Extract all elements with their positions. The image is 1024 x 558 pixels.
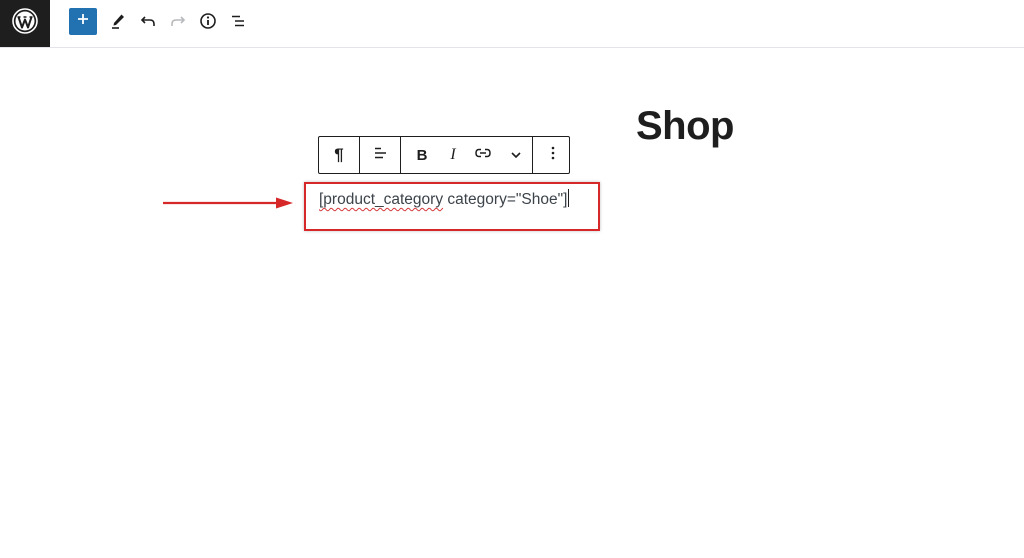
paragraph-icon: ¶	[334, 145, 344, 164]
chevron-down-icon	[510, 146, 522, 164]
page-title[interactable]: Shop	[636, 104, 734, 149]
italic-icon: I	[450, 146, 456, 163]
options-button[interactable]	[533, 137, 572, 173]
align-button[interactable]	[360, 137, 400, 173]
undo-icon	[139, 12, 157, 35]
list-view-icon	[229, 12, 247, 35]
annotation-highlight-box	[304, 182, 600, 231]
align-group	[360, 137, 401, 173]
block-toolbar: ¶ B I	[318, 136, 570, 174]
info-icon	[199, 12, 217, 35]
plus-icon	[76, 12, 90, 31]
add-block-button[interactable]	[69, 8, 97, 35]
formatting-group: B I	[401, 137, 533, 173]
options-group	[533, 137, 572, 173]
bold-icon: B	[416, 146, 428, 164]
link-button[interactable]	[467, 137, 499, 173]
italic-button[interactable]: I	[439, 137, 467, 173]
tools-button[interactable]	[104, 9, 132, 37]
list-view-button[interactable]	[224, 9, 252, 37]
pencil-icon	[109, 12, 127, 35]
bold-button[interactable]: B	[401, 137, 439, 173]
link-icon	[474, 146, 492, 164]
wordpress-logo[interactable]	[0, 0, 50, 47]
undo-button[interactable]	[134, 9, 162, 37]
annotation-arrow-icon	[162, 196, 294, 215]
wordpress-icon	[12, 8, 38, 39]
align-icon	[372, 145, 388, 166]
more-formatting-button[interactable]	[499, 137, 532, 173]
redo-button[interactable]	[164, 9, 192, 37]
more-options-icon	[551, 146, 555, 165]
block-type-group: ¶	[319, 137, 360, 173]
redo-icon	[169, 12, 187, 35]
details-button[interactable]	[194, 9, 222, 37]
paragraph-button[interactable]: ¶	[319, 137, 359, 173]
editor-header	[0, 0, 1024, 48]
